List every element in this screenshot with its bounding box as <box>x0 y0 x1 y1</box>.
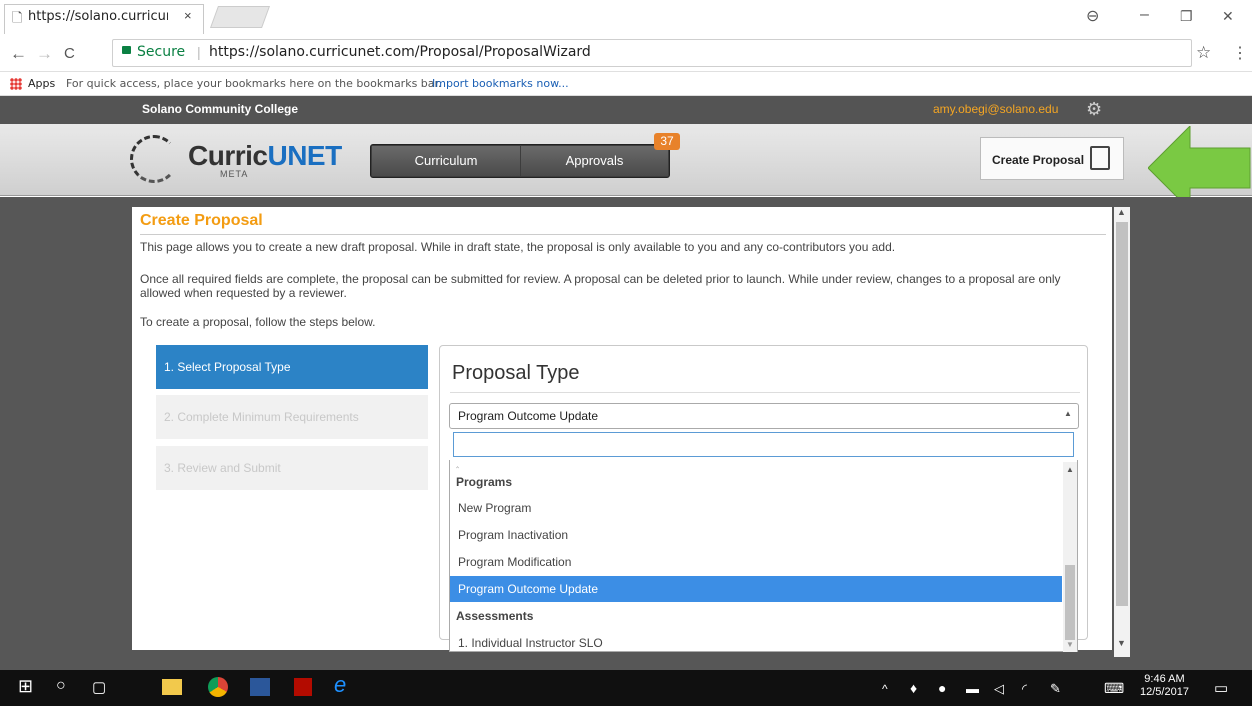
tray-shield-icon[interactable]: ♦ <box>910 680 917 696</box>
create-proposal-label[interactable]: Create Proposal <box>992 153 1084 167</box>
proposal-type-heading: Proposal Type <box>452 362 580 384</box>
windows-start-icon[interactable]: ⊞ <box>18 676 33 697</box>
page-scrollbar-thumb[interactable] <box>1116 222 1128 606</box>
option-individual-instructor-slo[interactable]: 1. Individual Instructor SLO <box>450 630 1062 656</box>
intro-paragraph-3: To create a proposal, follow the steps b… <box>140 315 376 329</box>
dropdown-scroll-up-icon[interactable]: ▲ <box>1066 465 1074 474</box>
caret-up-icon[interactable]: ▲ <box>1064 409 1072 418</box>
option-program-modification[interactable]: Program Modification <box>450 549 1062 575</box>
file-explorer-icon[interactable] <box>162 679 182 695</box>
option-new-program[interactable]: New Program <box>450 495 1062 521</box>
logo-text[interactable]: CurricUNET <box>188 140 342 172</box>
clock-time: 9:46 AM <box>1144 673 1185 685</box>
tab-close-icon[interactable]: × <box>184 8 192 23</box>
option-program-outcome-update[interactable]: Program Outcome Update <box>450 576 1062 602</box>
notifications-icon[interactable]: ▭ <box>1214 679 1228 697</box>
tray-battery-icon[interactable]: ▬ <box>966 681 979 696</box>
scroll-up-icon[interactable]: ▲ <box>1117 207 1126 217</box>
dropdown-search-input[interactable] <box>453 432 1074 457</box>
minimize-icon[interactable]: – <box>1140 6 1149 24</box>
url-text[interactable]: https://solano.curricunet.com/Proposal/P… <box>209 44 591 60</box>
page-title: Create Proposal <box>140 212 263 229</box>
forward-icon[interactable]: → <box>36 44 53 64</box>
proposal-type-divider <box>450 392 1080 393</box>
reload-icon[interactable]: C <box>64 45 75 62</box>
lock-icon <box>122 46 131 54</box>
tab-title: https://solano.curricunet <box>28 9 168 24</box>
nav-approvals[interactable]: Approvals <box>521 146 668 176</box>
bookmarks-hint: For quick access, place your bookmarks h… <box>66 77 442 90</box>
clock-date: 12/5/2017 <box>1140 686 1189 698</box>
tray-network-icon[interactable]: ● <box>938 680 946 696</box>
proposal-type-select[interactable]: Program Outcome Update <box>449 403 1079 429</box>
dropdown-cut-option: ‸ <box>456 458 460 468</box>
user-email-link[interactable]: amy.obegi@solano.edu <box>933 102 1058 116</box>
college-name: Solano Community College <box>142 102 299 116</box>
windows-taskbar <box>0 670 1252 706</box>
new-tab-button[interactable] <box>209 6 271 28</box>
dropdown-scrollbar-thumb[interactable] <box>1065 565 1075 640</box>
nav-curriculum[interactable]: Curriculum <box>372 146 520 176</box>
tray-pen-icon[interactable]: ✎ <box>1050 681 1061 697</box>
logo-subtext: META <box>220 169 249 179</box>
intro-paragraph-2: Once all required fields are complete, t… <box>140 272 1061 300</box>
secure-label: Secure <box>137 44 186 60</box>
option-group-assessments: Assessments <box>456 609 534 623</box>
apps-grid-icon[interactable] <box>10 78 22 90</box>
step-complete-minimum-requirements[interactable]: 2. Complete Minimum Requirements <box>156 395 428 439</box>
intro-paragraph-1: This page allows you to create a new dra… <box>140 240 896 254</box>
system-clock[interactable]: 9:46 AM 12/5/2017 <box>1140 673 1189 699</box>
url-separator: | <box>197 44 201 60</box>
tray-chevron-icon[interactable]: ^ <box>882 682 888 696</box>
search-icon[interactable]: ○ <box>56 677 66 695</box>
menu-icon[interactable]: ⋮ <box>1232 43 1248 63</box>
chrome-icon[interactable] <box>208 677 228 697</box>
back-icon[interactable]: ← <box>10 44 27 64</box>
profile-icon[interactable]: ⊖ <box>1086 6 1099 26</box>
acrobat-icon[interactable] <box>294 678 312 696</box>
title-divider <box>140 234 1106 235</box>
step-review-and-submit[interactable]: 3. Review and Submit <box>156 446 428 490</box>
tray-volume-icon[interactable]: ◁ <box>994 681 1004 697</box>
restore-icon[interactable]: ❐ <box>1180 8 1193 25</box>
add-document-icon[interactable] <box>1090 146 1110 170</box>
scroll-down-icon[interactable]: ▼ <box>1117 638 1126 648</box>
dropdown-scroll-down-icon[interactable]: ▼ <box>1066 640 1074 649</box>
tray-wifi-icon[interactable]: ◜ <box>1022 681 1027 697</box>
word-icon[interactable] <box>250 678 270 696</box>
import-bookmarks-link[interactable]: Import bookmarks now... <box>432 77 569 90</box>
task-view-icon[interactable]: ▢ <box>92 678 106 696</box>
option-group-programs: Programs <box>456 475 513 489</box>
bookmark-star-icon[interactable]: ☆ <box>1196 43 1211 63</box>
step-select-proposal-type[interactable]: 1. Select Proposal Type <box>156 345 428 389</box>
internet-explorer-icon[interactable]: e <box>334 672 346 698</box>
page-icon: 🗋 <box>12 10 23 25</box>
approvals-count-badge: 37 <box>654 133 680 150</box>
logo-mark-icon <box>130 135 178 183</box>
apps-link[interactable]: Apps <box>28 77 55 90</box>
gear-icon[interactable]: ⚙ <box>1086 99 1102 120</box>
tray-keyboard-icon[interactable]: ⌨ <box>1104 680 1124 697</box>
close-window-icon[interactable]: ✕ <box>1222 8 1234 25</box>
option-program-inactivation[interactable]: Program Inactivation <box>450 522 1062 548</box>
